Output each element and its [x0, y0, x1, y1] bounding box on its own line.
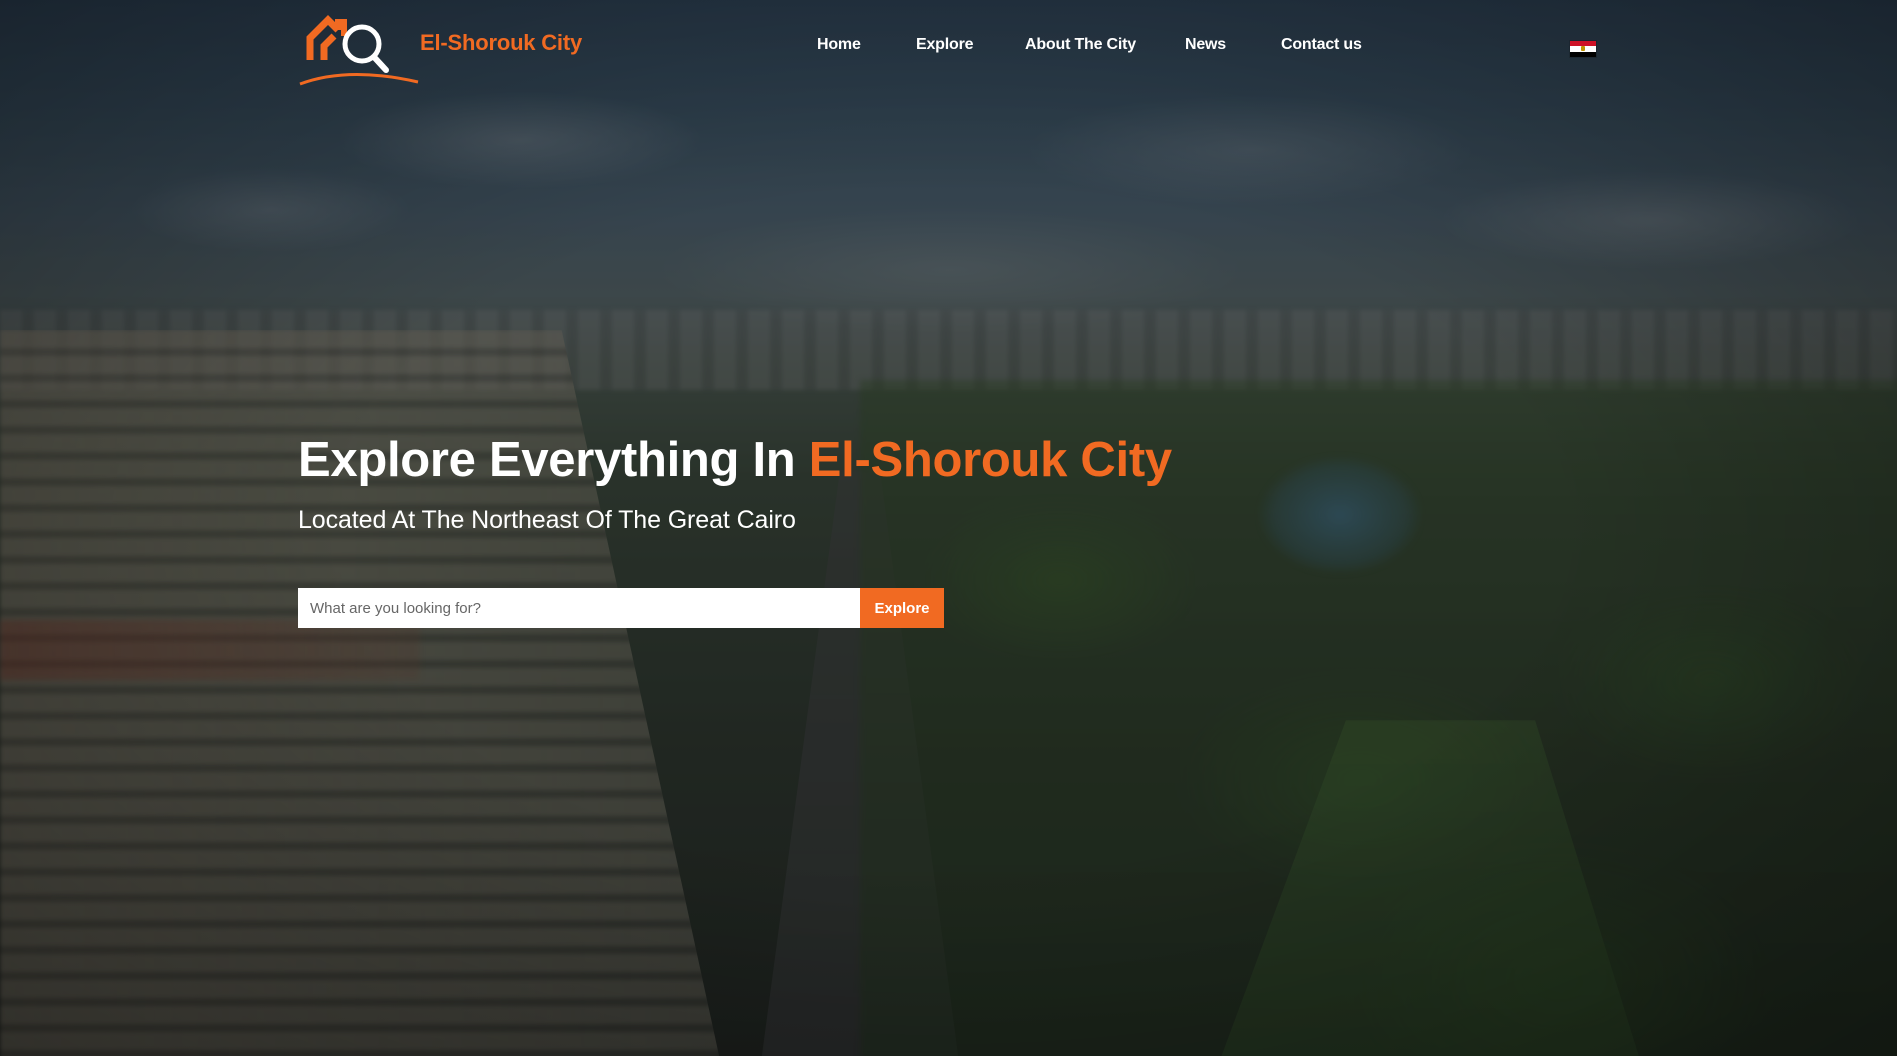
search-input[interactable] [298, 588, 860, 628]
hero-title: Explore Everything In El-Shorouk City [298, 430, 1298, 490]
egypt-flag-icon[interactable] [1570, 41, 1596, 57]
logo-link[interactable]: El-Shorouk City [298, 10, 582, 88]
hero-title-prefix: Explore Everything In [298, 433, 796, 487]
nav-item-contact-us[interactable]: Contact us [1281, 36, 1362, 54]
nav-item-explore[interactable]: Explore [916, 36, 973, 54]
site-header: El-Shorouk City Home Explore About The C… [0, 0, 1897, 96]
hero-title-accent: El-Shorouk City [808, 433, 1172, 487]
page: El-Shorouk City Home Explore About The C… [0, 0, 1897, 1056]
hero-subtitle: Located At The Northeast Of The Great Ca… [298, 506, 796, 534]
nav-item-about-the-city[interactable]: About The City [1025, 36, 1136, 54]
explore-button[interactable]: Explore [860, 588, 944, 628]
house-search-icon [299, 15, 419, 86]
brand-name: El-Shorouk City [420, 30, 583, 55]
search-form: Explore [298, 588, 946, 628]
nav-item-home[interactable]: Home [817, 36, 861, 54]
nav-item-news[interactable]: News [1185, 36, 1226, 54]
hero-section: Explore Everything In El-Shorouk City Lo… [298, 430, 1298, 628]
